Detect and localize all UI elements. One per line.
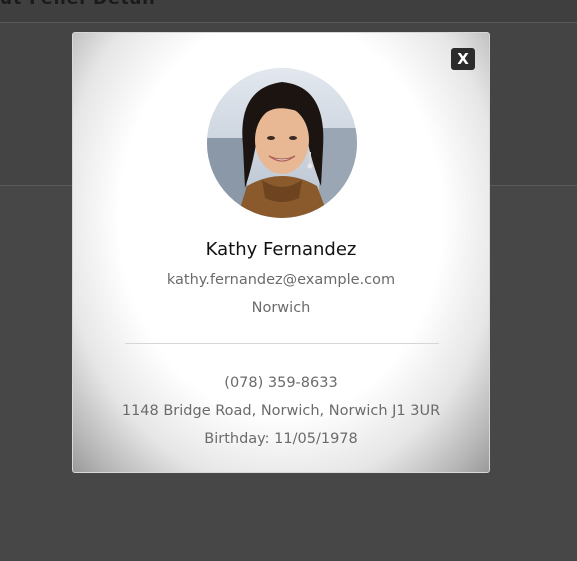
user-detail-modal: X Kathy Fernandez kathy.fernandez@exampl…	[72, 32, 490, 473]
background-header-title: ut Fenel Detail	[0, 0, 156, 9]
avatar-photo	[207, 68, 357, 218]
user-name: Kathy Fernandez	[205, 239, 357, 260]
user-phone: (078) 359-8633	[224, 375, 338, 391]
background-header: ut Fenel Detail	[0, 0, 577, 23]
user-city: Norwich	[251, 300, 311, 316]
user-email: kathy.fernandez@example.com	[166, 272, 396, 288]
avatar	[207, 68, 357, 218]
divider	[125, 343, 439, 344]
user-address: 1148 Bridge Road, Norwich, Norwich J1 3U…	[121, 403, 441, 419]
close-button[interactable]: X	[451, 48, 475, 70]
user-birthday: Birthday: 11/05/1978	[204, 431, 358, 447]
